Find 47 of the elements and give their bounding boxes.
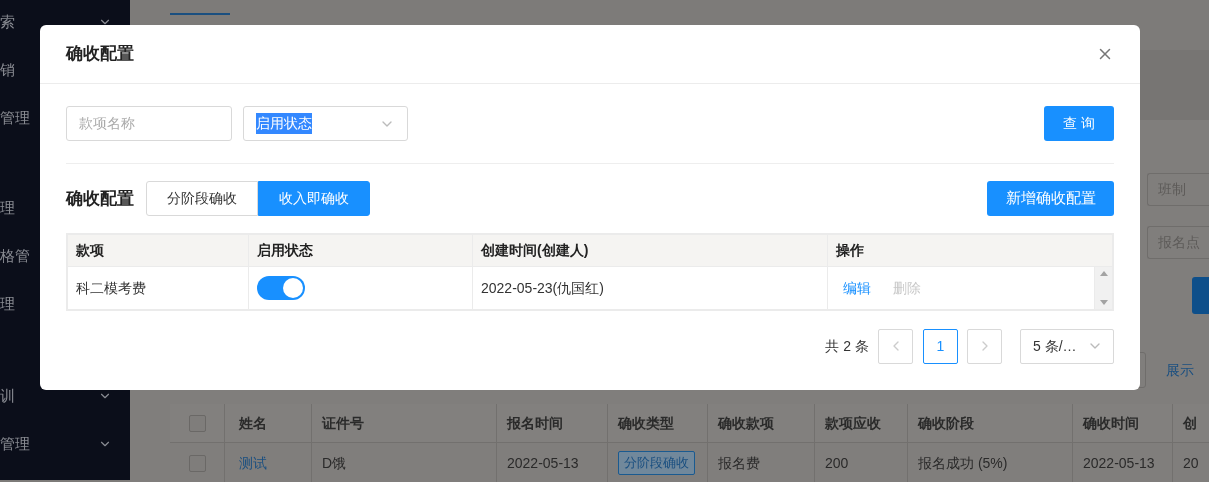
- table-cell-text: 2022-05-13: [1083, 453, 1155, 473]
- name-link[interactable]: 测试: [239, 452, 267, 474]
- column-header: 确收类型: [618, 413, 674, 433]
- column-header: 操作: [836, 241, 864, 260]
- prev-page-button[interactable]: [878, 328, 913, 364]
- column-header: 启用状态: [257, 241, 313, 260]
- query-button[interactable]: 查 询: [1044, 106, 1114, 141]
- page-size-select[interactable]: 5 条/…: [1020, 328, 1114, 364]
- column-header: 款项: [76, 241, 104, 260]
- sidebar-item[interactable]: 训: [0, 372, 130, 420]
- column-header: 证件号: [322, 413, 364, 433]
- next-page-button[interactable]: [967, 328, 1002, 364]
- checkbox[interactable]: [189, 414, 206, 432]
- dialog-title: 确收配置: [66, 43, 134, 66]
- column-header: 姓名: [239, 413, 267, 433]
- add-config-button[interactable]: 新增确收配置: [987, 181, 1114, 216]
- table-cell-text: 200: [825, 453, 849, 473]
- segment-tab[interactable]: 收入即确收: [258, 181, 370, 216]
- column-header: 款项应收: [825, 413, 881, 433]
- search-button[interactable]: [1192, 277, 1209, 314]
- scrollbar[interactable]: [1095, 267, 1112, 309]
- table-cell-text: 2022-05-23(仇国红): [481, 278, 604, 298]
- toggle-switch[interactable]: [257, 276, 305, 300]
- column-header: 确收时间: [1083, 413, 1139, 433]
- status-select[interactable]: 启用状态: [243, 106, 408, 141]
- column-header: 创: [1183, 413, 1197, 433]
- sidebar-item[interactable]: 索: [0, 0, 130, 46]
- table-cell-text: 20: [1183, 453, 1199, 473]
- type-tag: 分阶段确收: [618, 451, 695, 475]
- column-header: 确收阶段: [918, 413, 974, 433]
- table-cell-text: 2022-05-13: [507, 453, 579, 473]
- sidebar-item[interactable]: 管理: [0, 420, 130, 468]
- show-link[interactable]: 展示: [1166, 359, 1194, 381]
- action-link[interactable]: 编辑: [843, 277, 871, 299]
- table-cell-text: 科二模考费: [76, 278, 146, 298]
- table-cell-text: 报名成功 (5%): [918, 453, 1008, 473]
- section-title: 确收配置: [66, 187, 134, 210]
- column-header: 报名时间: [507, 413, 563, 433]
- column-header: 确收款项: [718, 413, 774, 433]
- item-name-field[interactable]: 款项名称: [66, 106, 232, 141]
- total-count: 共 2 条: [825, 336, 869, 356]
- page-button[interactable]: 1: [923, 328, 958, 364]
- tab-underline: [170, 13, 230, 15]
- segment-tab[interactable]: 分阶段确收: [146, 181, 258, 216]
- table-cell-text: D饿: [322, 453, 347, 473]
- column-header: 创建时间(创建人): [481, 241, 589, 260]
- table-cell-text: 报名费: [718, 453, 760, 473]
